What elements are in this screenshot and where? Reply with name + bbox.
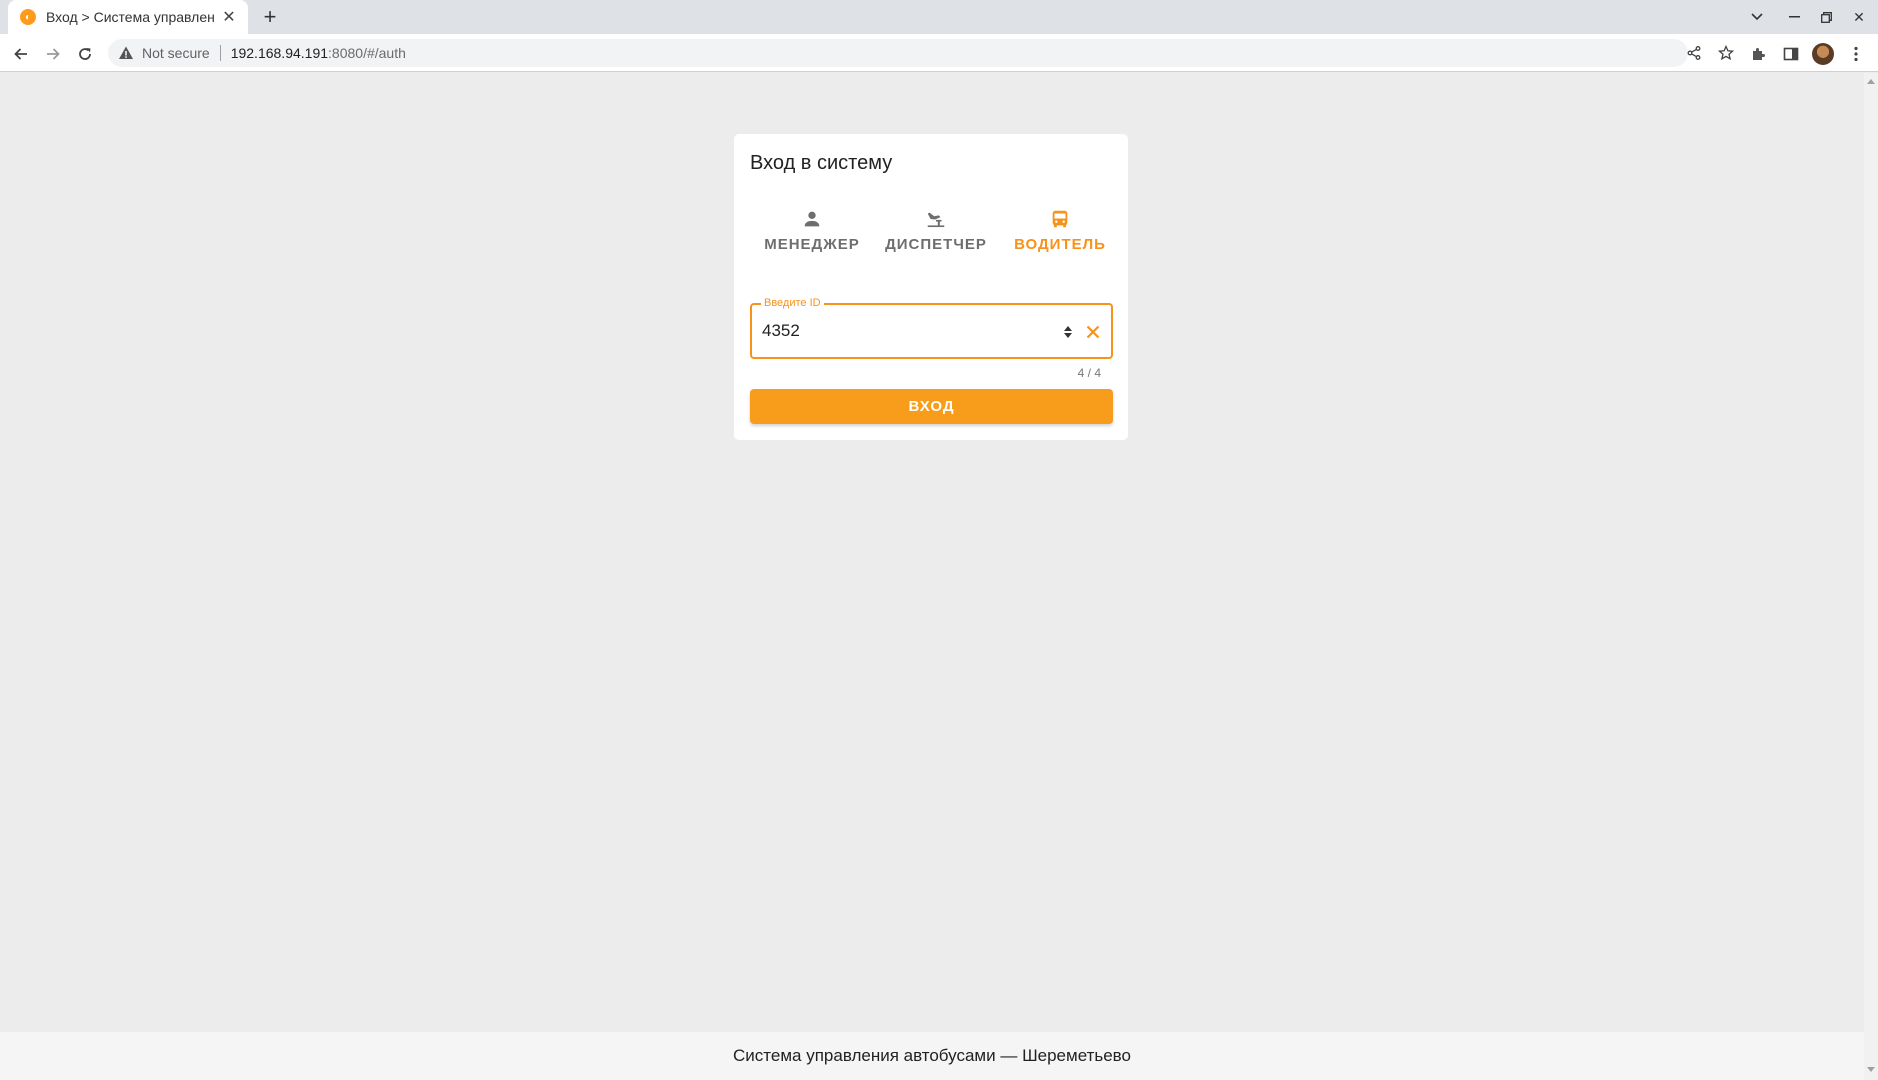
tab-title: Вход > Система управления	[46, 9, 214, 25]
id-field: Введите ID	[750, 296, 1113, 359]
page-footer: Система управления автобусами — Шереметь…	[0, 1032, 1864, 1080]
id-field-label: Введите ID	[761, 296, 824, 310]
character-counter: 4 / 4	[1077, 366, 1101, 380]
address-separator	[219, 45, 221, 61]
url-path: :8080/#/auth	[328, 45, 406, 61]
profile-avatar-icon[interactable]	[1810, 41, 1836, 67]
back-icon[interactable]	[8, 41, 34, 67]
url-host: 192.168.94.191	[230, 45, 329, 61]
extensions-icon[interactable]	[1745, 41, 1771, 67]
flight-land-icon	[927, 212, 945, 228]
browser-toolbar: Not secure 192.168.94.191:8080/#/auth	[0, 34, 1878, 72]
new-tab-icon[interactable]: +	[258, 4, 282, 29]
role-tab-manager[interactable]: МЕНЕДЖЕР	[750, 208, 874, 264]
login-button[interactable]: ВХОД	[750, 389, 1113, 424]
scroll-down-arrow-icon[interactable]	[1867, 1067, 1875, 1072]
browser-tabstrip: ◐ Вход > Система управления ✕ + ✕	[0, 0, 1878, 34]
page-content: Вход в систему МЕНЕДЖЕР ДИСПЕТЧЕР ВОДИТЕ…	[0, 73, 1864, 1080]
role-tab-driver[interactable]: ВОДИТЕЛЬ	[998, 208, 1122, 264]
scroll-up-arrow-icon[interactable]	[1867, 79, 1875, 84]
role-tab-dispatcher[interactable]: ДИСПЕТЧЕР	[874, 208, 998, 264]
page-scrollbar[interactable]	[1864, 73, 1878, 1080]
not-secure-label[interactable]: Not secure	[142, 45, 210, 61]
menu-kebab-icon[interactable]	[1843, 41, 1869, 67]
role-label-manager: МЕНЕДЖЕР	[764, 236, 860, 253]
browser-tab[interactable]: ◐ Вход > Система управления ✕	[8, 0, 248, 34]
reload-icon[interactable]	[72, 41, 98, 67]
address-bar[interactable]: Not secure 192.168.94.191:8080/#/auth	[108, 39, 1734, 67]
warning-icon	[119, 46, 133, 59]
restore-icon[interactable]	[1813, 5, 1839, 29]
clear-icon[interactable]	[1082, 321, 1104, 343]
role-label-driver: ВОДИТЕЛЬ	[1014, 236, 1106, 253]
forward-icon[interactable]	[40, 41, 66, 67]
bus-icon	[1052, 210, 1068, 228]
id-input[interactable]	[762, 319, 1042, 343]
bookmark-star-icon[interactable]	[1714, 41, 1738, 65]
tab-close-icon[interactable]: ✕	[220, 8, 238, 26]
person-icon	[804, 211, 820, 227]
login-card: Вход в систему МЕНЕДЖЕР ДИСПЕТЧЕР ВОДИТЕ…	[734, 134, 1128, 440]
tab-search-icon[interactable]	[1744, 5, 1770, 29]
share-icon[interactable]	[1682, 41, 1706, 65]
site-favicon-icon: ◐	[20, 9, 36, 25]
close-window-icon[interactable]: ✕	[1846, 5, 1872, 29]
number-stepper-icon[interactable]	[1062, 322, 1074, 342]
minimize-icon[interactable]	[1781, 5, 1807, 29]
login-title: Вход в систему	[750, 152, 893, 174]
footer-text: Система управления автобусами — Шереметь…	[733, 1046, 1131, 1065]
side-panel-icon[interactable]	[1778, 41, 1804, 67]
role-selector: МЕНЕДЖЕР ДИСПЕТЧЕР ВОДИТЕЛЬ	[750, 208, 1122, 264]
role-label-dispatcher: ДИСПЕТЧЕР	[885, 236, 987, 253]
